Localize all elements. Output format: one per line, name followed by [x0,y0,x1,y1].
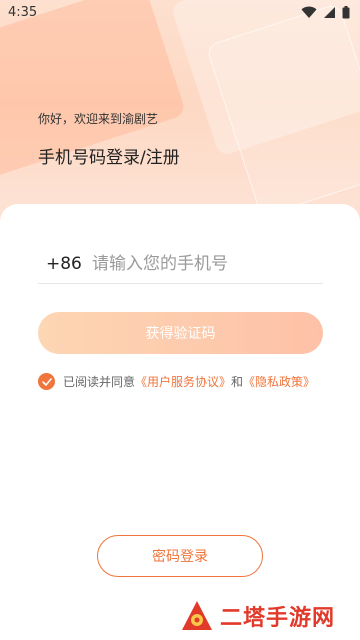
country-code[interactable]: +86 [38,254,92,274]
status-icons [301,5,350,19]
agreement-prefix: 已阅读并同意 [63,375,136,389]
watermark-text: 二塔手游网 [220,606,336,631]
agreement-conjunction: 和 [231,375,244,389]
agreement-row: 已阅读并同意《用户服务协议》和《隐私政策》 [38,372,323,392]
phone-input[interactable] [92,253,312,274]
agreement-text: 已阅读并同意《用户服务协议》和《隐私政策》 [63,372,315,392]
get-code-button[interactable]: 获得验证码 [38,312,323,354]
privacy-policy-link[interactable]: 《隐私政策》 [243,375,315,389]
wifi-icon [301,6,317,18]
welcome-greeting: 你好，欢迎来到渝剧艺 [38,112,159,126]
watermark: 二塔手游网 [180,594,358,638]
user-agreement-link[interactable]: 《用户服务协议》 [135,375,231,389]
phone-field: +86 [38,244,323,284]
page-title: 手机号码登录/注册 [38,148,180,168]
password-login-button[interactable]: 密码登录 [97,535,263,577]
watermark-logo-icon [182,601,212,630]
battery-icon [342,5,350,18]
status-bar: 4:35 [0,0,360,24]
agreement-checkbox[interactable] [38,373,55,390]
login-card: +86 获得验证码 已阅读并同意《用户服务协议》和《隐私政策》 密码登录 二塔手… [0,204,360,640]
status-time: 4:35 [8,4,38,20]
check-icon [41,377,52,386]
signal-icon [324,6,335,18]
